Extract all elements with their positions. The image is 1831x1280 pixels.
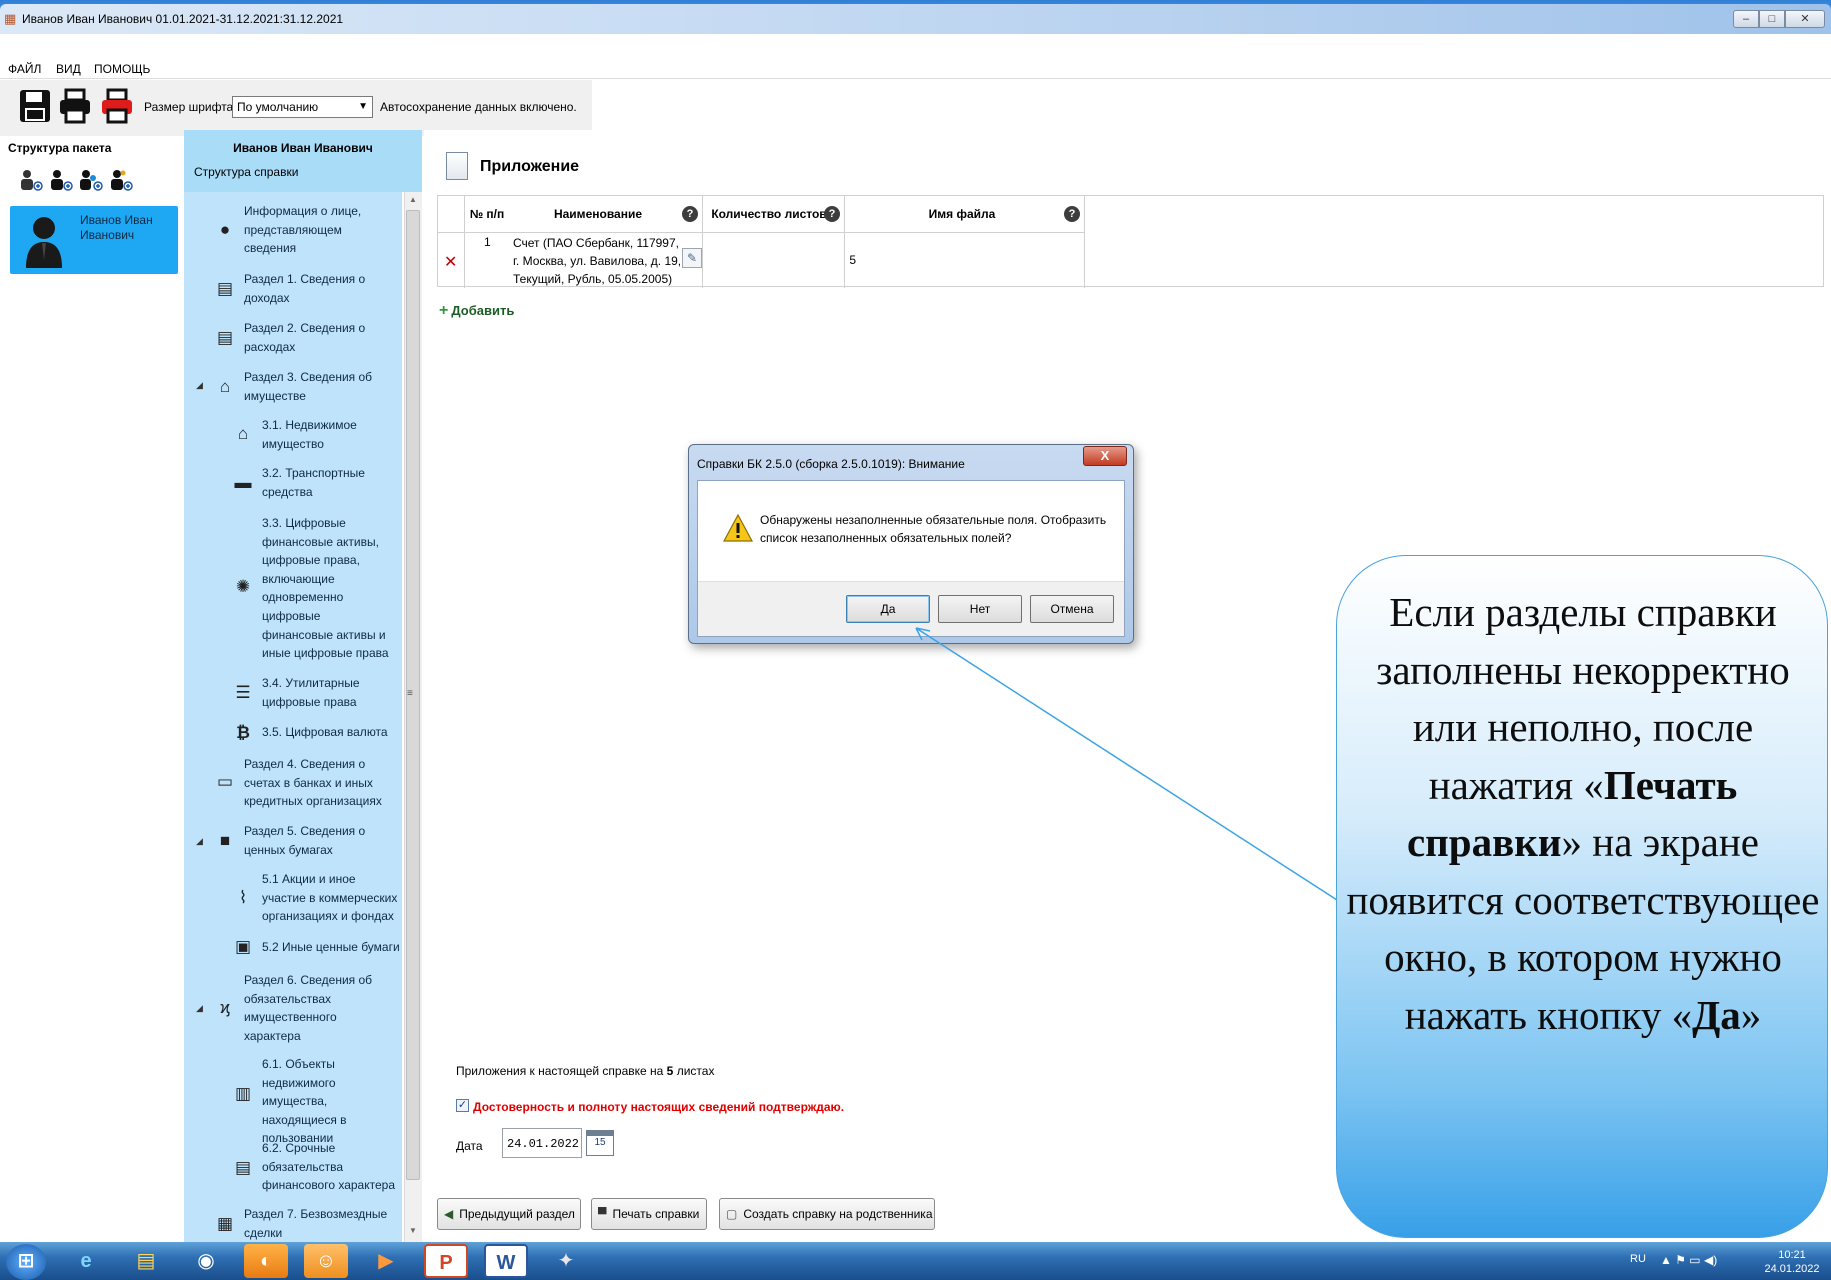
internet-explorer-icon[interactable]: e [64, 1244, 108, 1278]
callout-text: Если разделы справки заполнены некоррект… [1346, 584, 1820, 1044]
calendar-icon[interactable]: 15 [586, 1130, 614, 1156]
attach-prefix: Приложения к настоящей справке на [456, 1064, 664, 1078]
confirm-checkbox[interactable]: ✓ [456, 1099, 469, 1112]
confirm-text: Достоверность и полноту настоящих сведен… [473, 1100, 845, 1114]
attach-count: 5 [666, 1064, 674, 1078]
attachment-count-text: Приложения к настоящей справке на 5 лист… [456, 1064, 714, 1078]
print-report-button[interactable]: ▀ Печать справки [591, 1198, 707, 1230]
create-relative-label: Создать справку на родственника [743, 1207, 933, 1221]
app-icon[interactable]: ◐ [244, 1244, 288, 1278]
previous-section-label: Предыдущий раздел [459, 1207, 575, 1221]
file-explorer-icon[interactable]: ▤ [124, 1244, 168, 1278]
clock[interactable]: 10:21 24.01.2022 [1762, 1248, 1822, 1276]
word-icon[interactable]: W [484, 1244, 528, 1278]
language-indicator[interactable]: RU [1630, 1253, 1646, 1265]
arrow-left-icon: ◀ [444, 1207, 454, 1221]
print-report-label: Печать справки [612, 1207, 700, 1221]
clock-time: 10:21 [1778, 1249, 1806, 1261]
callout-text-bold2: Да [1692, 991, 1741, 1038]
media-player-icon[interactable]: ▶ [364, 1244, 408, 1278]
document-icon: ▢ [726, 1207, 738, 1221]
windows-start-icon[interactable]: ⊞ [6, 1244, 46, 1280]
powerpoint-icon[interactable]: P [424, 1244, 468, 1278]
date-input[interactable]: 24.01.2022 [502, 1128, 582, 1158]
attach-suffix: листах [676, 1064, 715, 1078]
reports-app-icon[interactable]: ✦ [544, 1244, 588, 1278]
create-relative-report-button[interactable]: ▢ Создать справку на родственника [719, 1198, 935, 1230]
print-icon: ▀ [598, 1207, 607, 1221]
previous-section-button[interactable]: ◀ Предыдущий раздел [437, 1198, 581, 1230]
chrome-icon[interactable]: ◉ [184, 1244, 228, 1278]
calendar-day: 15 [594, 1137, 606, 1148]
system-tray-icons[interactable]: ▲ ⚑ ▭ ◀) [1660, 1253, 1717, 1267]
date-label: Дата [456, 1139, 483, 1153]
callout-text-part3: » [1740, 991, 1762, 1038]
clock-date: 24.01.2022 [1764, 1263, 1820, 1275]
odnoklassniki-icon[interactable]: ☺ [304, 1244, 348, 1278]
